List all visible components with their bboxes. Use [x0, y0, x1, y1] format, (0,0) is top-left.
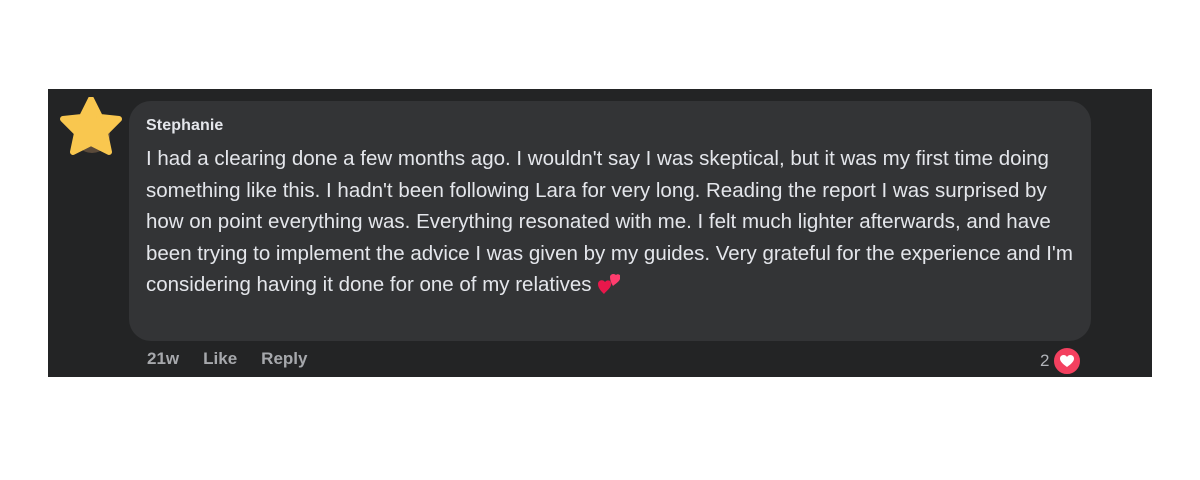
- reply-button[interactable]: Reply: [261, 349, 307, 369]
- star-icon: [60, 97, 122, 155]
- reaction-count: 2: [1040, 351, 1050, 370]
- heart-icon: [1052, 346, 1083, 376]
- comment-author[interactable]: Stephanie: [146, 117, 223, 135]
- avatar[interactable]: [56, 97, 126, 159]
- reaction-summary[interactable]: 2: [1040, 346, 1083, 376]
- comment-bubble: Stephanie I had a clearing done a few mo…: [129, 101, 1091, 341]
- comment-text-block: I had a clearing done a few months ago. …: [146, 143, 1081, 305]
- comment-actions: 21w Like Reply: [147, 349, 331, 369]
- two-hearts-icon: [596, 273, 621, 305]
- comment-panel: Stephanie I had a clearing done a few mo…: [48, 89, 1152, 377]
- like-button[interactable]: Like: [203, 349, 237, 369]
- comment-timestamp[interactable]: 21w: [147, 349, 179, 369]
